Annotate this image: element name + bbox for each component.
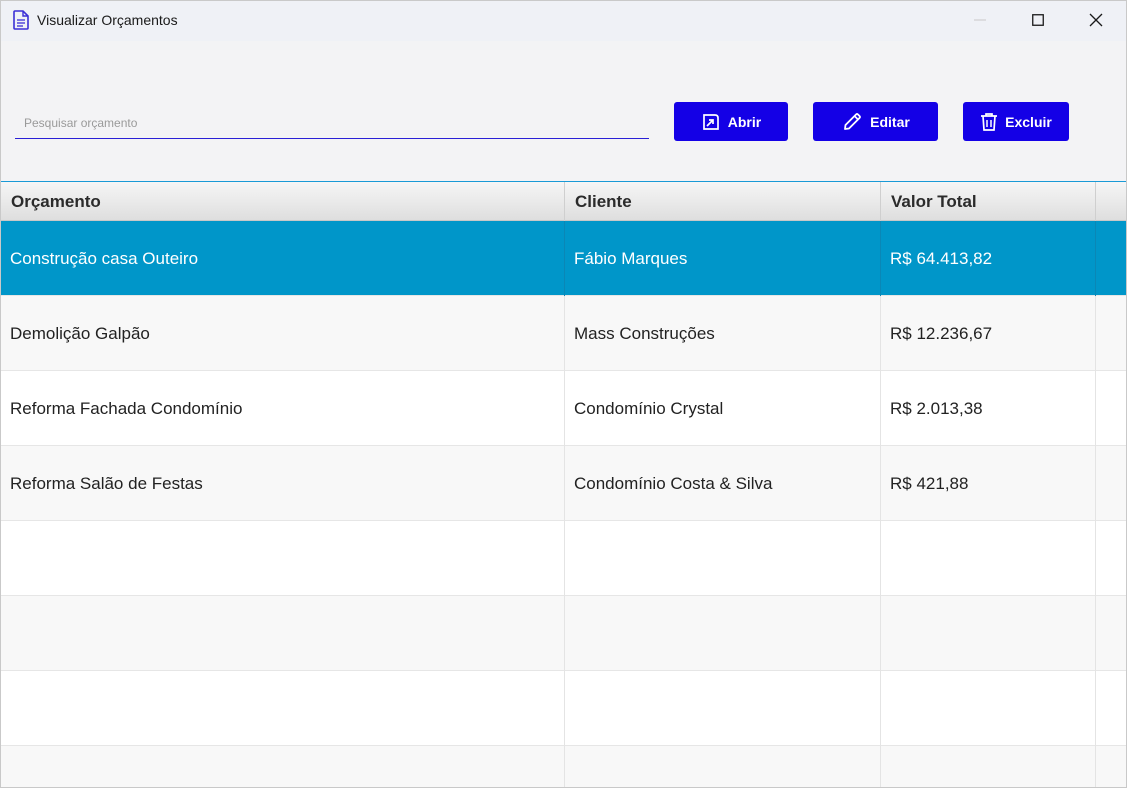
empty-cell bbox=[1096, 746, 1126, 787]
column-header-filler bbox=[1096, 182, 1126, 221]
search-input[interactable] bbox=[15, 105, 649, 138]
cell-orcamento: Construção casa Outeiro bbox=[1, 221, 565, 296]
column-header-orcamento[interactable]: Orçamento bbox=[1, 182, 565, 221]
window-title: Visualizar Orçamentos bbox=[37, 12, 178, 28]
cell-cliente: Fábio Marques bbox=[565, 221, 881, 296]
delete-button[interactable]: Excluir bbox=[963, 102, 1069, 141]
open-button-label: Abrir bbox=[727, 113, 762, 130]
minimize-button[interactable] bbox=[951, 1, 1009, 39]
empty-cell bbox=[1096, 596, 1126, 671]
pencil-icon bbox=[844, 112, 862, 130]
empty-cell bbox=[565, 746, 881, 787]
cell-valor-total: R$ 12.236,67 bbox=[881, 296, 1096, 371]
empty-cell bbox=[881, 671, 1096, 746]
title-bar: Visualizar Orçamentos bbox=[1, 1, 1126, 41]
search-field bbox=[15, 105, 649, 139]
table-row[interactable]: Reforma Fachada Condomínio Condomínio Cr… bbox=[1, 371, 1126, 446]
column-header-cliente[interactable]: Cliente bbox=[565, 182, 881, 221]
empty-cell bbox=[1096, 671, 1126, 746]
empty-cell bbox=[881, 746, 1096, 787]
edit-button[interactable]: Editar bbox=[813, 102, 938, 141]
empty-cell bbox=[1096, 521, 1126, 596]
empty-cell bbox=[565, 596, 881, 671]
empty-table-row bbox=[1, 671, 1126, 746]
empty-cell bbox=[881, 521, 1096, 596]
empty-table-row bbox=[1, 746, 1126, 787]
cell-filler bbox=[1096, 221, 1126, 296]
maximize-button[interactable] bbox=[1009, 1, 1067, 39]
delete-button-label: Excluir bbox=[1005, 113, 1052, 130]
cell-valor-total: R$ 2.013,38 bbox=[881, 371, 1096, 446]
cell-cliente: Mass Construções bbox=[565, 296, 881, 371]
budgets-table: Orçamento Cliente Valor Total Construção… bbox=[1, 181, 1126, 787]
cell-orcamento: Reforma Fachada Condomínio bbox=[1, 371, 565, 446]
cell-filler bbox=[1096, 446, 1126, 521]
trash-icon bbox=[981, 112, 998, 131]
cell-cliente: Condomínio Costa & Silva bbox=[565, 446, 881, 521]
table-row[interactable]: Demolição Galpão Mass Construções R$ 12.… bbox=[1, 296, 1126, 371]
open-button[interactable]: Abrir bbox=[674, 102, 788, 141]
maximize-icon bbox=[1032, 14, 1044, 26]
cell-filler bbox=[1096, 371, 1126, 446]
cell-orcamento: Reforma Salão de Festas bbox=[1, 446, 565, 521]
table-row[interactable]: Reforma Salão de Festas Condomínio Costa… bbox=[1, 446, 1126, 521]
close-icon bbox=[1089, 13, 1103, 27]
empty-cell bbox=[565, 671, 881, 746]
empty-cell bbox=[881, 596, 1096, 671]
open-external-icon bbox=[702, 113, 719, 130]
cell-filler bbox=[1096, 296, 1126, 371]
empty-cell bbox=[1, 671, 565, 746]
empty-cell bbox=[1, 521, 565, 596]
column-header-valor-total[interactable]: Valor Total bbox=[881, 182, 1096, 221]
edit-button-label: Editar bbox=[870, 113, 910, 130]
cell-orcamento: Demolição Galpão bbox=[1, 296, 565, 371]
document-icon bbox=[13, 10, 29, 30]
empty-cell bbox=[565, 521, 881, 596]
minimize-icon bbox=[974, 19, 986, 21]
empty-table-row bbox=[1, 596, 1126, 671]
app-window: Visualizar Orçamentos Abrir Editar bbox=[0, 0, 1127, 788]
table-row[interactable]: Construção casa Outeiro Fábio Marques R$… bbox=[1, 221, 1126, 296]
empty-cell bbox=[1, 596, 565, 671]
empty-table-row bbox=[1, 521, 1126, 596]
table-header: Orçamento Cliente Valor Total bbox=[1, 182, 1126, 221]
empty-cell bbox=[1, 746, 565, 787]
close-button[interactable] bbox=[1067, 1, 1125, 39]
cell-valor-total: R$ 64.413,82 bbox=[881, 221, 1096, 296]
cell-cliente: Condomínio Crystal bbox=[565, 371, 881, 446]
cell-valor-total: R$ 421,88 bbox=[881, 446, 1096, 521]
